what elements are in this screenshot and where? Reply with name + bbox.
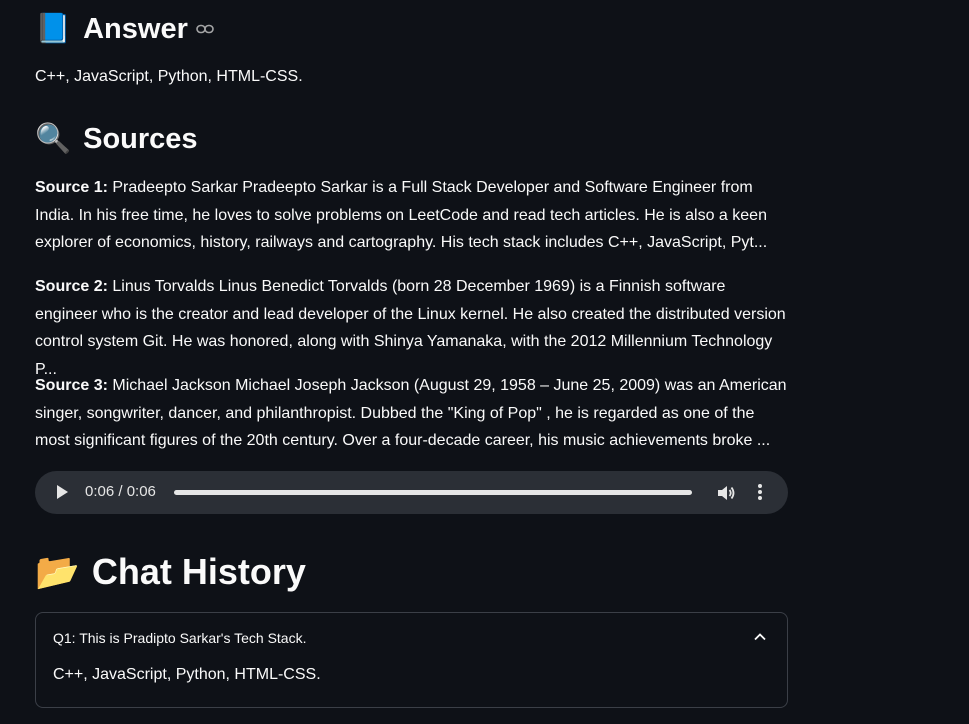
- chat-question[interactable]: Q1: This is Pradipto Sarkar's Tech Stack…: [53, 630, 306, 646]
- source-item: Source 1: Pradeepto Sarkar Pradeepto Sar…: [35, 174, 788, 257]
- magnifier-icon: 🔍: [35, 123, 72, 155]
- volume-icon[interactable]: [716, 483, 736, 503]
- answer-text: C++, JavaScript, Python, HTML-CSS.: [35, 68, 303, 85]
- more-vertical-icon[interactable]: [752, 482, 768, 502]
- chevron-up-icon[interactable]: [753, 630, 767, 644]
- source-item: Source 3: Michael Jackson Michael Joseph…: [35, 372, 788, 455]
- book-icon: 📘: [35, 13, 72, 45]
- chat-answer: C++, JavaScript, Python, HTML-CSS.: [53, 666, 321, 683]
- audio-time: 0:06 / 0:06: [85, 483, 156, 500]
- source-text: Linus Torvalds Linus Benedict Torvalds (…: [35, 278, 786, 378]
- chat-history-heading: 📂 Chat History: [35, 550, 306, 594]
- sources-heading: 🔍 Sources: [35, 120, 198, 158]
- audio-progress-track[interactable]: [174, 490, 692, 495]
- answer-heading: 📘 Answer: [35, 10, 214, 48]
- sources-heading-text: Sources: [83, 122, 198, 155]
- source-item: Source 2: Linus Torvalds Linus Benedict …: [35, 273, 788, 383]
- audio-player: 0:06 / 0:06: [35, 471, 788, 514]
- link-icon[interactable]: [196, 23, 214, 35]
- folder-icon: 📂: [35, 551, 80, 592]
- source-label: Source 2:: [35, 278, 108, 295]
- source-text: Michael Jackson Michael Joseph Jackson (…: [35, 377, 787, 449]
- answer-heading-text: Answer: [83, 12, 188, 45]
- chat-history-expander: Q1: This is Pradipto Sarkar's Tech Stack…: [35, 612, 788, 708]
- chat-history-heading-text: Chat History: [91, 551, 306, 592]
- play-icon[interactable]: [57, 485, 68, 499]
- source-text: Pradeepto Sarkar Pradeepto Sarkar is a F…: [35, 179, 768, 251]
- source-label: Source 3:: [35, 377, 108, 394]
- source-label: Source 1:: [35, 179, 108, 196]
